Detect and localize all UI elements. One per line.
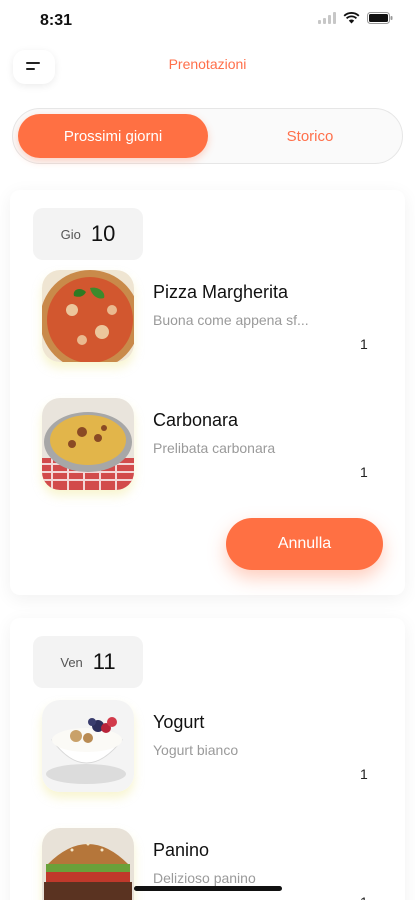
item-quantity: 1 bbox=[360, 336, 368, 352]
date-weekday: Ven bbox=[60, 654, 83, 670]
item-name: Panino bbox=[153, 840, 210, 860]
item-description: Buona come appena sf... bbox=[153, 312, 309, 328]
date-weekday: Gio bbox=[60, 226, 81, 242]
food-image-yogurt bbox=[42, 700, 134, 792]
date-number: 10 bbox=[90, 221, 116, 246]
list-item[interactable]: Yogurt Yogurt bianco 1 bbox=[42, 700, 382, 800]
tab-upcoming-days[interactable]: Prossimi giorni bbox=[18, 114, 208, 158]
tab-switcher: Prossimi giorni Storico bbox=[12, 108, 403, 164]
item-name: Pizza Margherita bbox=[153, 282, 289, 302]
item-name: Carbonara bbox=[153, 410, 239, 430]
item-name: Yogurt bbox=[153, 712, 205, 732]
item-description: Yogurt bianco bbox=[153, 742, 239, 758]
battery-icon bbox=[367, 12, 393, 24]
page-title: Prenotazioni bbox=[168, 56, 247, 72]
date-chip: Gio 10 bbox=[33, 208, 143, 260]
food-image-pizza bbox=[42, 270, 134, 362]
food-image-burger bbox=[42, 828, 134, 900]
cellular-signal-icon bbox=[318, 12, 336, 24]
cancel-reservation-button[interactable]: Annulla bbox=[226, 518, 383, 570]
status-time: 8:31 bbox=[40, 12, 73, 29]
reservation-day-card: Gio 10 Pizza Margherita Buona come appen… bbox=[10, 190, 405, 595]
item-description: Prelibata carbonara bbox=[153, 440, 276, 456]
status-bar: 8:31 bbox=[0, 0, 415, 44]
wifi-icon bbox=[343, 12, 360, 24]
item-quantity: 1 bbox=[360, 894, 368, 900]
home-indicator bbox=[134, 886, 282, 891]
date-number: 11 bbox=[92, 649, 116, 674]
tab-history[interactable]: Storico bbox=[223, 114, 397, 158]
status-icons bbox=[318, 12, 393, 24]
item-description: Delizioso panino bbox=[153, 870, 256, 886]
app-header: Prenotazioni bbox=[0, 46, 415, 86]
reservation-day-card: Ven 11 Yogurt Yogurt bianco 1 Panino Del… bbox=[10, 618, 405, 900]
food-image-pasta bbox=[42, 398, 134, 490]
item-quantity: 1 bbox=[360, 766, 368, 782]
date-chip: Ven 11 bbox=[33, 636, 143, 688]
list-item[interactable]: Carbonara Prelibata carbonara 1 bbox=[42, 398, 382, 498]
item-quantity: 1 bbox=[360, 464, 368, 480]
list-item[interactable]: Pizza Margherita Buona come appena sf...… bbox=[42, 270, 382, 370]
